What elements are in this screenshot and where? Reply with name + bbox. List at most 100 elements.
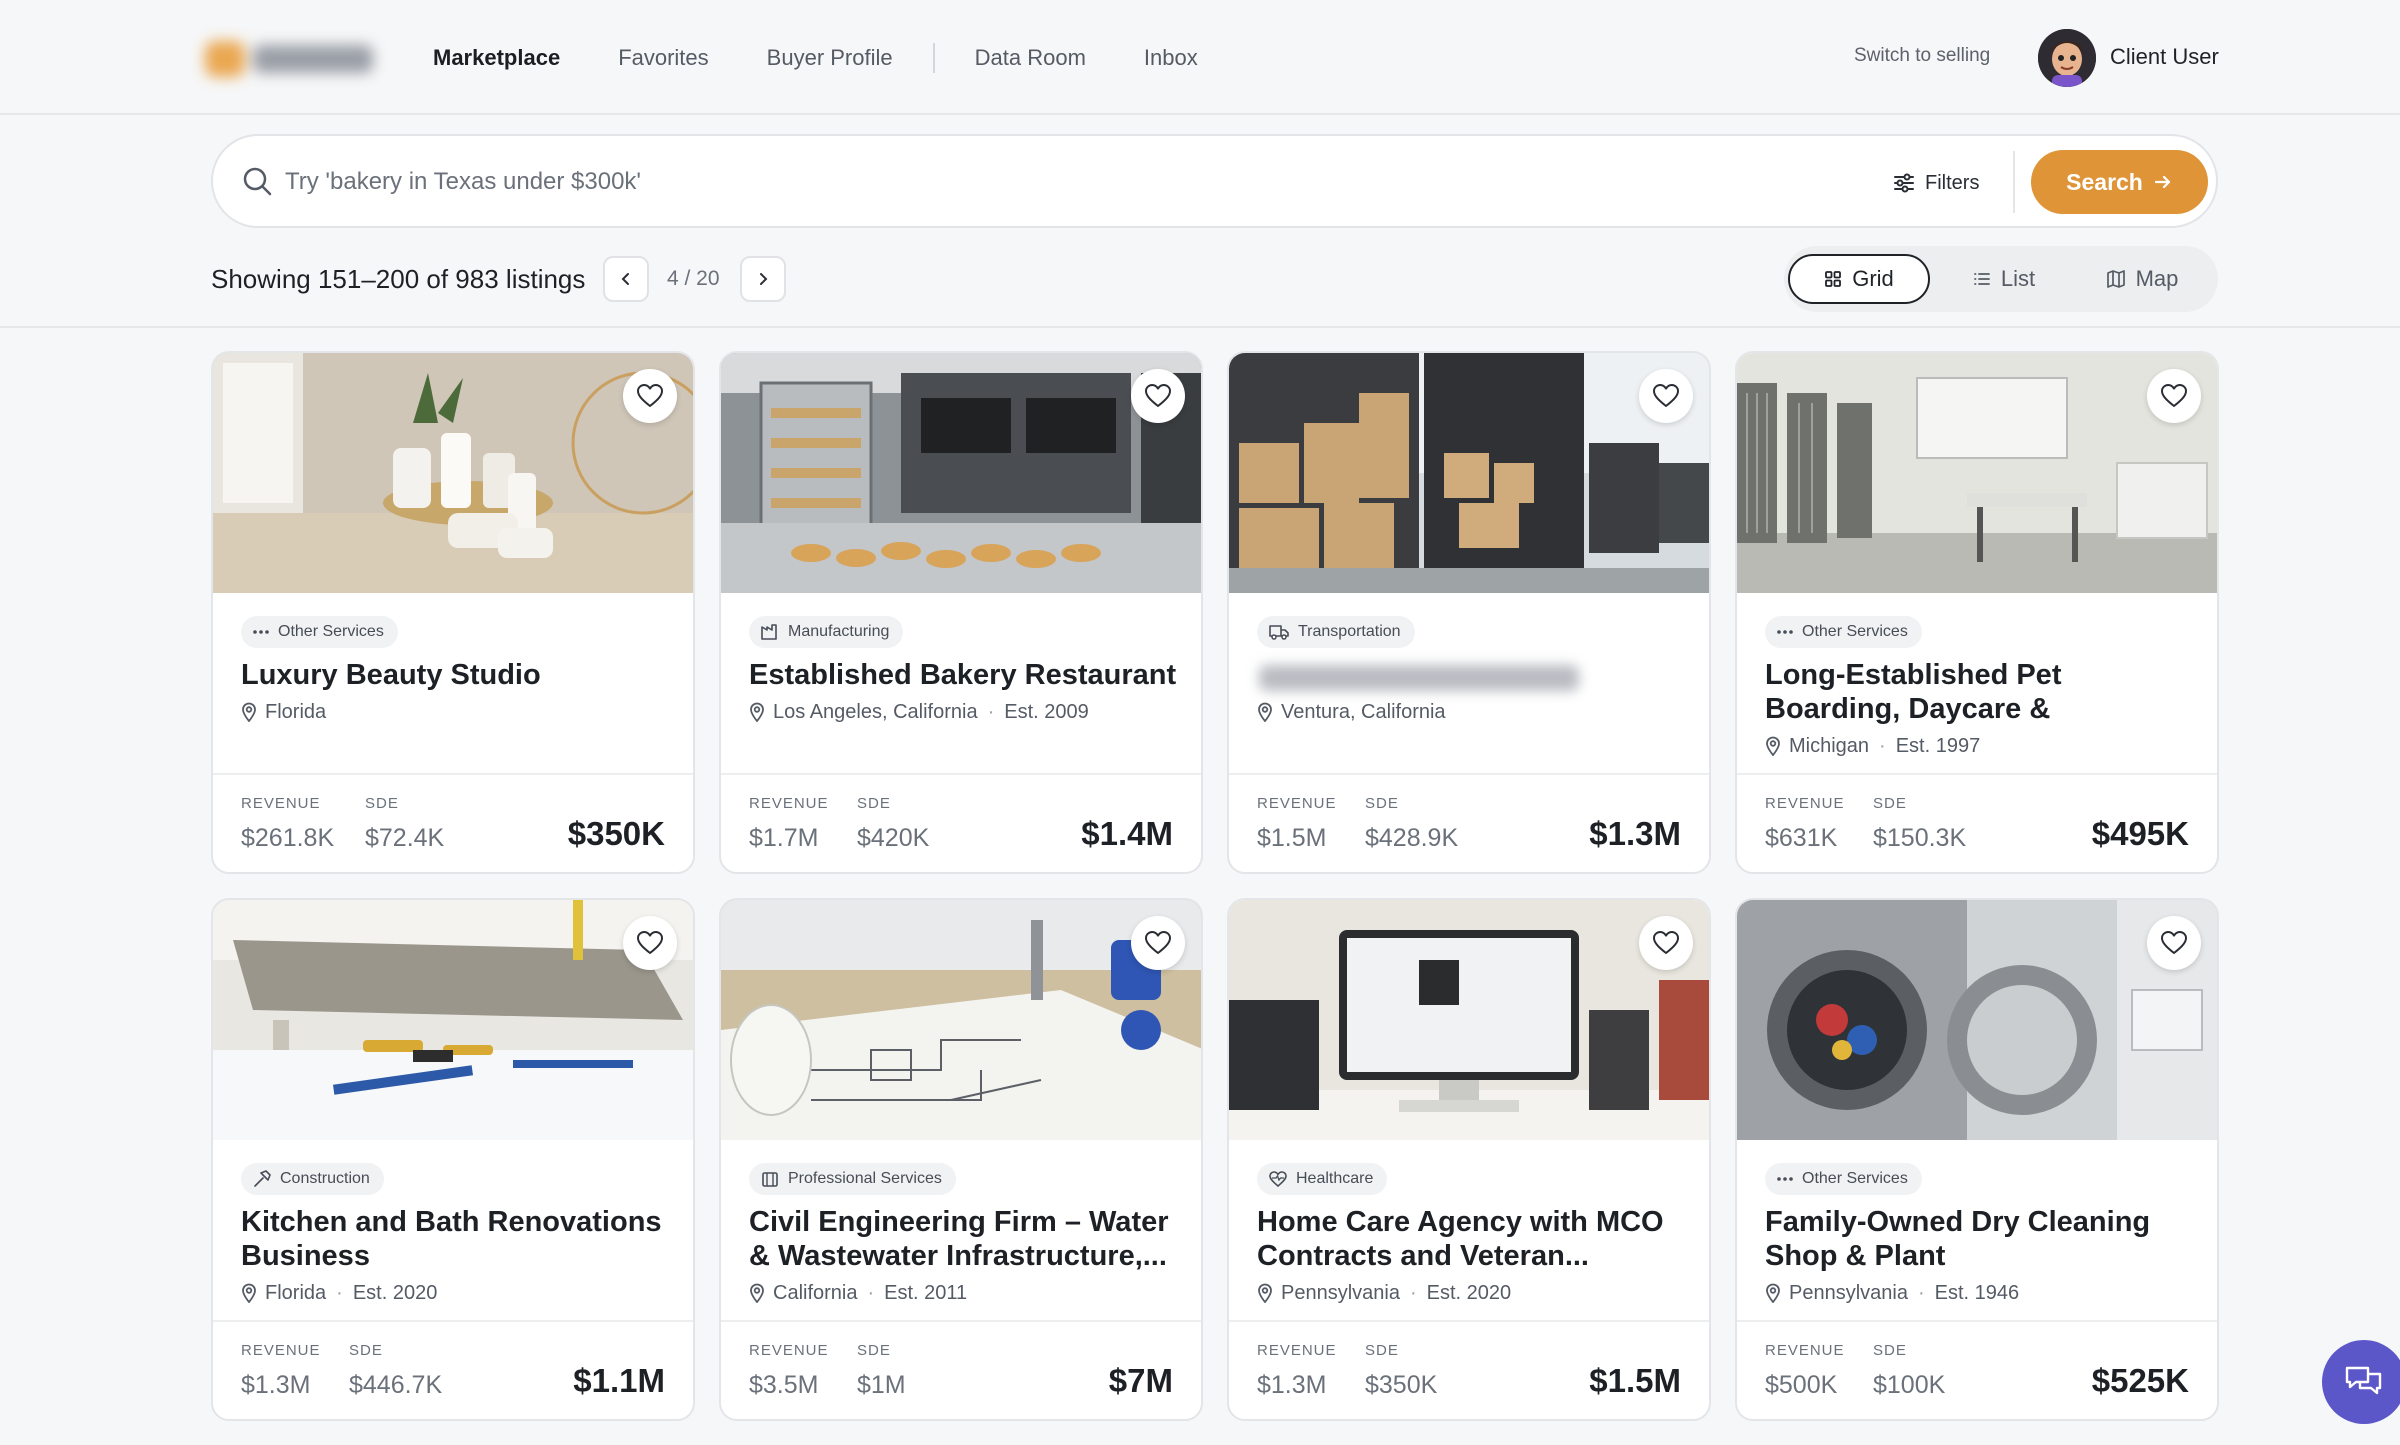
listing-card[interactable]: Other Services Family-Owned Dry Cleaning… [1735, 898, 2219, 1421]
revenue-label: REVENUE [1765, 795, 1845, 812]
nav-favorites[interactable]: Favorites [618, 45, 708, 71]
favorite-button[interactable] [623, 916, 677, 970]
revenue-value: $1.7M [749, 824, 819, 852]
asking-price: $1.4M [1081, 815, 1173, 852]
hammer-icon [254, 1170, 271, 1187]
favorite-button[interactable] [1131, 369, 1185, 423]
favorite-button[interactable] [2147, 369, 2201, 423]
heart-icon [2161, 931, 2187, 954]
results-toolbar: Showing 151–200 of 983 listings 4 / 20 G… [0, 240, 2400, 328]
card-divider [1737, 773, 2217, 775]
top-header: Marketplace Favorites Buyer Profile Data… [0, 0, 2400, 115]
listing-title[interactable]: Luxury Beauty Studio [241, 658, 671, 692]
listing-card[interactable]: Construction Kitchen and Bath Renovation… [211, 898, 695, 1421]
nav-inbox[interactable]: Inbox [1144, 45, 1198, 71]
asking-price: $1.5M [1589, 1362, 1681, 1399]
category-label: Other Services [278, 623, 384, 640]
sde-label: SDE [1365, 1342, 1399, 1359]
view-grid-button[interactable]: Grid [1788, 254, 1930, 304]
view-grid-label: Grid [1852, 266, 1894, 291]
location-pin-icon [242, 702, 256, 722]
switch-to-selling-link[interactable]: Switch to selling [1854, 45, 1990, 67]
search-button[interactable]: Search [2031, 150, 2208, 214]
listing-card[interactable]: Other Services Luxury Beauty Studio Flor… [211, 351, 695, 874]
next-page-button[interactable] [740, 256, 786, 302]
location-text: Pennsylvania [1789, 1281, 1908, 1304]
more-dots-icon [253, 630, 269, 634]
listing-title[interactable]: Home Care Agency with MCO Contracts and … [1257, 1205, 1687, 1273]
listing-title[interactable]: Long-Established Pet Boarding, Daycare &… [1765, 658, 2195, 726]
location-text: Michigan [1789, 734, 1870, 757]
category-label: Healthcare [1296, 1170, 1374, 1187]
favorite-button[interactable] [2147, 916, 2201, 970]
list-icon [1973, 273, 1990, 285]
category-label: Transportation [1298, 623, 1401, 640]
sde-label: SDE [857, 795, 891, 812]
category-label: Professional Services [788, 1170, 942, 1187]
favorite-button[interactable] [1639, 369, 1693, 423]
view-list-label: List [2000, 266, 2036, 291]
established-year: Est. 1946 [1934, 1281, 2020, 1304]
previous-page-button[interactable] [603, 256, 649, 302]
nav-marketplace[interactable]: Marketplace [433, 45, 560, 71]
search-input[interactable] [285, 158, 1785, 206]
nav-buyer-profile[interactable]: Buyer Profile [767, 45, 893, 71]
brand-logo[interactable] [205, 35, 380, 83]
sde-value: $428.9K [1365, 824, 1459, 852]
listing-card[interactable]: Manufacturing Established Bakery Restaur… [719, 351, 1203, 874]
truck-icon [1269, 625, 1289, 640]
user-name[interactable]: Client User [2110, 44, 2219, 70]
favorite-button[interactable] [1639, 916, 1693, 970]
favorite-button[interactable] [1131, 916, 1185, 970]
category-label: Construction [280, 1170, 370, 1187]
heart-pulse-icon [1269, 1171, 1287, 1187]
established-year: Est. 2011 [884, 1281, 968, 1304]
listing-location: Florida [241, 699, 326, 725]
established-year: Est. 2020 [352, 1281, 438, 1304]
heart-icon [1145, 384, 1171, 407]
established-year: Est. 2020 [1426, 1281, 1512, 1304]
location-text: Florida [265, 1281, 327, 1304]
sliders-icon [1894, 173, 1914, 193]
revenue-label: REVENUE [1257, 795, 1337, 812]
sde-value: $446.7K [349, 1371, 443, 1399]
chat-bubbles-icon [2345, 1366, 2382, 1395]
sde-value: $420K [857, 824, 930, 852]
asking-price: $1.3M [1589, 815, 1681, 852]
listing-location: California · Est. 2011 [749, 1280, 967, 1306]
listing-title[interactable]: Established Bakery Restaurant [749, 658, 1179, 692]
view-list-button[interactable]: List [1944, 254, 2064, 304]
listing-title[interactable]: Family-Owned Dry Cleaning Shop & Plant [1765, 1205, 2195, 1273]
revenue-label: REVENUE [1257, 1342, 1337, 1359]
revenue-value: $1.3M [1257, 1371, 1327, 1399]
card-divider [213, 1320, 693, 1322]
view-map-button[interactable]: Map [2080, 254, 2204, 304]
filters-button[interactable]: Filters [1893, 163, 1979, 203]
favorite-button[interactable] [623, 369, 677, 423]
nav-data-room[interactable]: Data Room [975, 45, 1086, 71]
heart-icon [2161, 384, 2187, 407]
listing-card[interactable]: Transportation Ventura, California REVEN… [1227, 351, 1711, 874]
search-icon [243, 167, 272, 196]
listing-card[interactable]: Other Services Long-Established Pet Boar… [1735, 351, 2219, 874]
listing-location: Florida · Est. 2020 [241, 1280, 437, 1306]
user-avatar[interactable] [2038, 29, 2096, 87]
listing-title[interactable]: Kitchen and Bath Renovations Business [241, 1205, 671, 1273]
category-badge: Transportation [1257, 616, 1415, 648]
chat-button[interactable] [2322, 1340, 2400, 1424]
location-text: Florida [265, 700, 327, 723]
heart-icon [637, 384, 663, 407]
established-year: Est. 1997 [1895, 734, 1981, 757]
category-label: Other Services [1802, 623, 1908, 640]
card-divider [721, 773, 1201, 775]
listing-title[interactable]: Civil Engineering Firm – Water & Wastewa… [749, 1205, 1179, 1273]
listing-title-redacted[interactable] [1259, 665, 1579, 691]
listing-card[interactable]: Professional Services Civil Engineering … [719, 898, 1203, 1421]
location-pin-icon [750, 702, 764, 722]
listing-location: Ventura, California [1257, 699, 1446, 725]
established-year: Est. 2009 [1004, 700, 1089, 723]
listing-card[interactable]: Healthcare Home Care Agency with MCO Con… [1227, 898, 1711, 1421]
category-badge: Other Services [1765, 616, 1922, 648]
heart-icon [1653, 931, 1679, 954]
page-indicator: 4 / 20 [667, 267, 720, 290]
